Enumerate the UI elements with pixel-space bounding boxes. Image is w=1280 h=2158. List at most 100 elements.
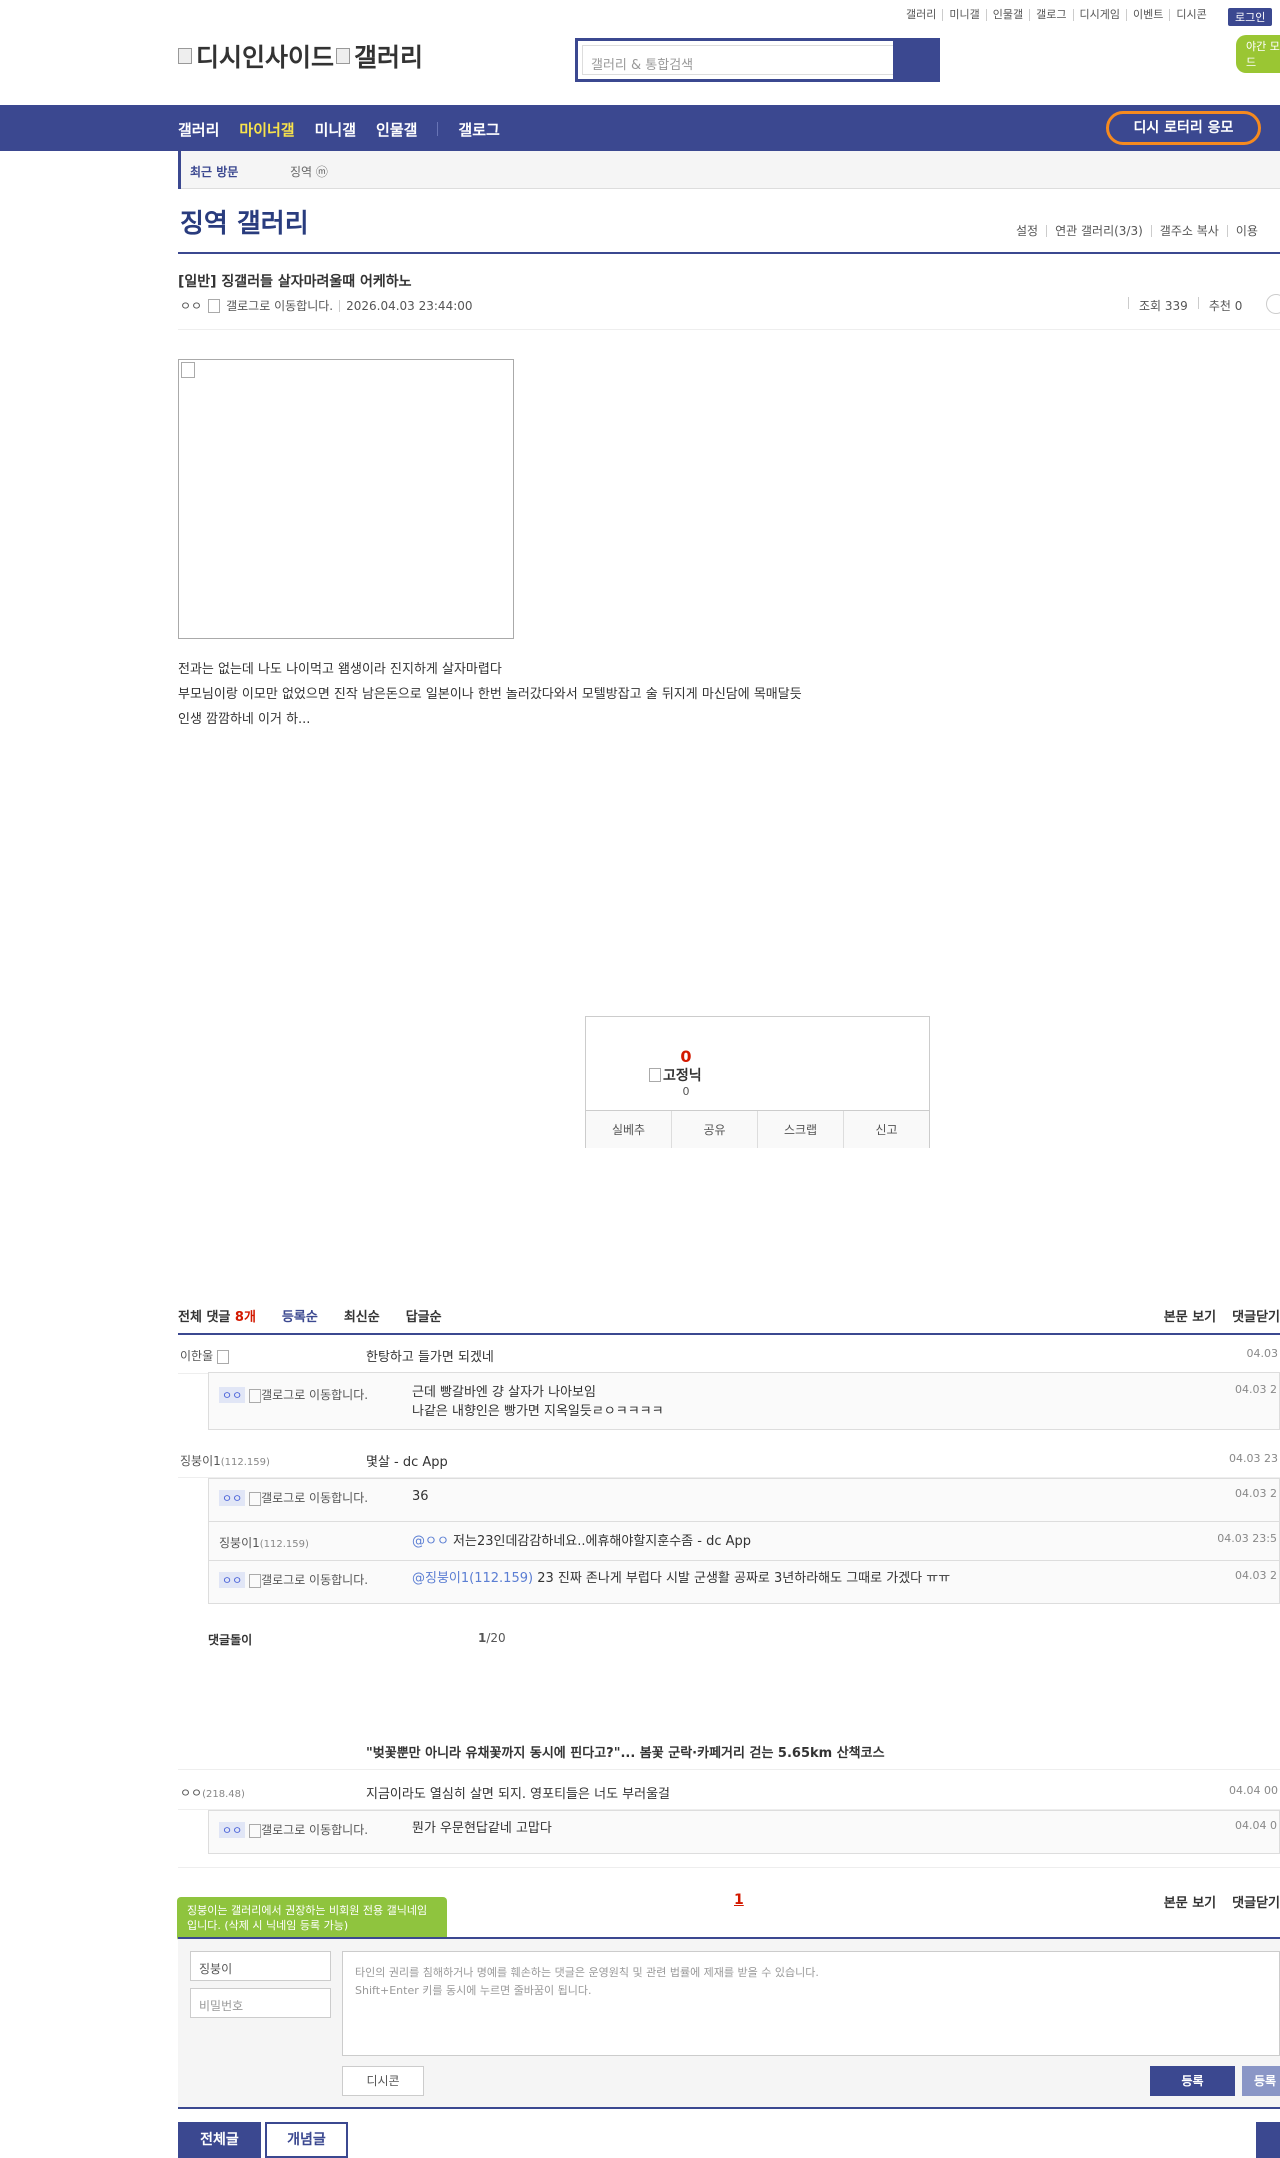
recommend-box: 0 고정닉 0 실베추 공유 스크랩 신고 <box>585 1016 930 1148</box>
comment-date: 04.04 00 <box>1229 1784 1278 1797</box>
util-gallery[interactable]: 갤러리 <box>900 9 942 21</box>
comment-page-1[interactable]: 1 <box>734 1892 744 1908</box>
sort-replies[interactable]: 답글순 <box>406 1306 442 1325</box>
view-post-button[interactable]: 본문 보기 <box>1164 1892 1216 1911</box>
comment-row: 징붕이1(112.159) 몇살 - dc App 04.03 23 <box>178 1440 1280 1478</box>
post-meta: ㅇㅇ 갤로그로 이동합니다. 2026.04.03 23:44:00 <box>180 297 473 314</box>
sort-registered[interactable]: 등록순 <box>282 1306 318 1325</box>
recent-visit-bar: 최근 방문 징역 ⓜ <box>178 151 1280 189</box>
comment-text: 지금이라도 열심히 살면 되지. 영포티들은 너도 부러울걸 <box>366 1787 671 1802</box>
recent-visit-label[interactable]: 최근 방문 <box>190 163 238 180</box>
main-nav: 갤러리 마이너갤 미니갤 인물갤 갤로그 디시 로터리 응모 <box>0 105 1280 151</box>
comment-write-box: 징붕이 비밀번호 타인의 권리를 침해하거나 명예를 훼손하는 댓글은 운영원칙… <box>178 1939 1280 2107</box>
gallog-alt: 갤로그로 이동합니다. <box>226 299 334 313</box>
reply-nick[interactable]: ㅇㅇ 갤로그로 이동합니다. <box>219 1821 368 1838</box>
divider <box>178 1854 1280 1868</box>
post-stats: 조회 339 추천 0 <box>1128 297 1242 314</box>
util-dcgame[interactable]: 디시게임 <box>1072 9 1126 21</box>
lottery-button[interactable]: 디시 로터리 응모 <box>1106 111 1261 145</box>
comment-nick[interactable]: ㅇㅇ(218.48) <box>180 1784 245 1801</box>
real-best-button[interactable]: 실베추 <box>586 1111 671 1148</box>
comment-count: 8개 <box>234 1310 256 1325</box>
util-persongal[interactable]: 인물갤 <box>985 9 1029 21</box>
reply-date: 04.03 2 <box>1235 1569 1277 1582</box>
recommend-count: 0 <box>680 1047 692 1066</box>
reply-nick[interactable]: ㅇㅇ 갤로그로 이동합니다. <box>219 1489 368 1506</box>
comment-nick[interactable]: 이한울 <box>180 1347 229 1364</box>
post-author[interactable]: ㅇㅇ <box>180 297 202 314</box>
close-comments-button[interactable]: 댓글닫기 <box>1232 1306 1280 1325</box>
site-logo[interactable]: 디시인사이드 갤러리 <box>178 38 423 74</box>
close-comments-button[interactable]: 댓글닫기 <box>1232 1892 1280 1911</box>
post-image[interactable] <box>178 359 514 639</box>
reply-nick[interactable]: ㅇㅇ 갤로그로 이동합니다. <box>219 1386 368 1403</box>
reply-page-label: 댓글돌이 <box>208 1633 253 1647</box>
view-post-button[interactable]: 본문 보기 <box>1164 1306 1216 1325</box>
reply-page-num[interactable]: 1/20 <box>478 1631 506 1645</box>
dccon-button[interactable]: 디시콘 <box>342 2066 424 2096</box>
concept-posts-button[interactable]: 개념글 <box>265 2122 348 2158</box>
gallery-title[interactable]: 징역 갤러리 <box>180 203 309 240</box>
comment-row: 이한울 한탕하고 들가면 되겠네 04.03 <box>178 1334 1280 1374</box>
submit-button[interactable]: 등록 <box>1150 2066 1235 2096</box>
reply-row: 징붕이1(112.159) @ㅇㅇ 저는23인데감감하네요..에휴해야할지훈수좀… <box>208 1521 1280 1561</box>
news-link[interactable]: "벚꽃뿐만 아니라 유채꽃까지 동시에 핀다고?"... 봄꽃 군락·카페거리 … <box>366 1742 885 1761</box>
util-minigal[interactable]: 미니갤 <box>942 9 985 21</box>
more-options-button[interactable] <box>1266 294 1280 314</box>
comment-nick[interactable]: 징붕이1(112.159) <box>180 1452 270 1469</box>
night-mode-button[interactable]: 야간 모드 <box>1236 35 1280 73</box>
gallery-settings-link[interactable]: 설정 <box>1008 225 1046 237</box>
reply-text: @징붕이1(112.159) 23 진짜 존나게 부럽다 시발 군생활 공짜로 … <box>412 1571 951 1586</box>
scrap-button[interactable]: 스크랩 <box>757 1111 843 1148</box>
search-button[interactable] <box>893 41 937 79</box>
reply-text: @ㅇㅇ 저는23인데감감하네요..에휴해야할지훈수좀 - dc App <box>412 1534 752 1549</box>
reply-text: 뭔가 우문현답같네 고맙다 <box>412 1821 552 1836</box>
divider <box>178 329 1280 330</box>
gallog-icon <box>249 1823 262 1838</box>
login-button[interactable]: 로그인 <box>1228 8 1273 26</box>
fixed-nick-count: 0 <box>682 1085 690 1098</box>
reply-date: 04.03 2 <box>1235 1487 1277 1500</box>
reply-nick[interactable]: ㅇㅇ 갤로그로 이동합니다. <box>219 1571 368 1588</box>
broken-image-icon <box>336 48 351 64</box>
post-body-line: 인생 깜깜하네 이거 하... <box>178 712 311 727</box>
reply-row: ㅇㅇ 갤로그로 이동합니다. 뭔가 우문현답같네 고맙다 04.04 0 <box>208 1810 1280 1854</box>
broken-image-icon <box>181 362 195 378</box>
nickname-input[interactable]: 징붕이 <box>190 1951 331 1981</box>
comment-textarea[interactable]: 타인의 권리를 침해하거나 명예를 훼손하는 댓글은 운영원칙 및 관련 법률에… <box>342 1951 1280 2056</box>
gallog-icon[interactable] <box>208 298 221 313</box>
reply-nick[interactable]: 징붕이1(112.159) <box>219 1534 309 1551</box>
copy-url-link[interactable]: 갤주소 복사 <box>1150 225 1227 237</box>
util-gallog[interactable]: 갤로그 <box>1029 9 1072 21</box>
gallog-icon <box>249 1388 262 1403</box>
all-posts-button[interactable]: 전체글 <box>178 2122 261 2158</box>
password-input[interactable]: 비밀번호 <box>190 1988 331 2018</box>
write-button[interactable] <box>1256 2122 1280 2158</box>
util-dccon[interactable]: 디시콘 <box>1169 9 1212 21</box>
nav-gallog[interactable]: 갤로그 <box>458 119 499 140</box>
post-body-line: 전과는 없는데 나도 나이먹고 왬생이라 진지하게 살자마렵다 <box>178 662 502 677</box>
nav-minigal[interactable]: 미니갤 <box>315 119 356 140</box>
recent-visit-item[interactable]: 징역 ⓜ <box>290 163 328 180</box>
logo-main: 디시인사이드 <box>196 43 335 72</box>
search-input[interactable]: 갤러리 & 통합검색 <box>582 45 896 75</box>
reply-text: 36 <box>412 1489 429 1504</box>
report-button[interactable]: 신고 <box>843 1111 929 1148</box>
related-gallery-link[interactable]: 연관 갤러리(3/3) <box>1046 225 1151 237</box>
fixed-nick-recommend[interactable]: 고정닉 <box>649 1065 702 1085</box>
post-body-line: 부모님이랑 이모만 없었으면 진작 남은돈으로 일본이나 한번 놀러갔다와서 모… <box>178 687 802 702</box>
usage-link[interactable]: 이용 <box>1226 225 1266 237</box>
reply-text: 근데 빵갈바엔 걍 살자가 나아보임 나같은 내향인은 빵가면 지옥일듯ㄹㅇㅋㅋ… <box>412 1385 664 1419</box>
post-views: 조회 339 <box>1139 299 1188 313</box>
nav-minorgal[interactable]: 마이너갤 <box>239 119 294 140</box>
broken-image-icon <box>178 48 192 64</box>
nav-persongal[interactable]: 인물갤 <box>376 119 417 140</box>
comment-text: 몇살 - dc App <box>366 1455 448 1470</box>
submit-recommend-button[interactable]: 등록 <box>1242 2066 1280 2096</box>
util-event[interactable]: 이벤트 <box>1125 9 1169 21</box>
nav-gallery[interactable]: 갤러리 <box>178 119 219 140</box>
sort-latest[interactable]: 최신순 <box>344 1306 380 1325</box>
divider <box>178 2107 1280 2109</box>
gallog-icon <box>249 1491 262 1506</box>
share-button[interactable]: 공유 <box>671 1111 757 1148</box>
